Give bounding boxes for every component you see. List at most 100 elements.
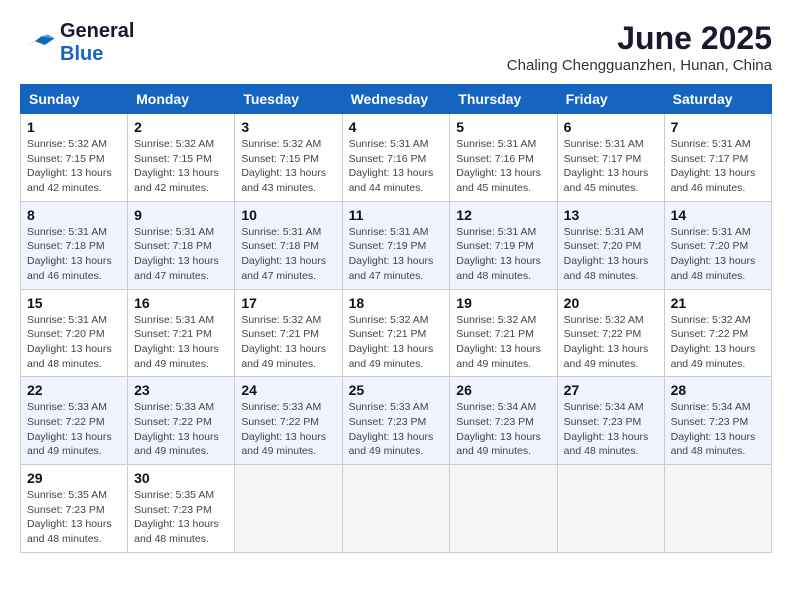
sunrise-text: Sunrise: 5:32 AM: [564, 314, 644, 326]
sunrise-text: Sunrise: 5:31 AM: [241, 226, 321, 238]
day-info: Sunrise: 5:32 AM Sunset: 7:21 PM Dayligh…: [241, 313, 335, 372]
day-number: 12: [456, 207, 550, 223]
day-info: Sunrise: 5:32 AM Sunset: 7:22 PM Dayligh…: [564, 313, 658, 372]
logo: General Blue: [20, 20, 134, 66]
sunset-text: Sunset: 7:17 PM: [671, 153, 749, 165]
day-info: Sunrise: 5:32 AM Sunset: 7:21 PM Dayligh…: [456, 313, 550, 372]
sunset-text: Sunset: 7:18 PM: [241, 240, 319, 252]
daylight-text: Daylight: 13 hours and 48 minutes.: [456, 255, 541, 282]
sunset-text: Sunset: 7:18 PM: [27, 240, 105, 252]
day-number: 15: [27, 295, 121, 311]
day-info: Sunrise: 5:33 AM Sunset: 7:22 PM Dayligh…: [241, 400, 335, 459]
daylight-text: Daylight: 13 hours and 47 minutes.: [349, 255, 434, 282]
table-row: 13 Sunrise: 5:31 AM Sunset: 7:20 PM Dayl…: [557, 201, 664, 289]
day-info: Sunrise: 5:31 AM Sunset: 7:18 PM Dayligh…: [134, 225, 228, 284]
daylight-text: Daylight: 13 hours and 46 minutes.: [27, 255, 112, 282]
sunrise-text: Sunrise: 5:31 AM: [349, 138, 429, 150]
sunset-text: Sunset: 7:20 PM: [564, 240, 642, 252]
day-number: 30: [134, 470, 228, 486]
table-row: 22 Sunrise: 5:33 AM Sunset: 7:22 PM Dayl…: [21, 377, 128, 465]
day-info: Sunrise: 5:31 AM Sunset: 7:16 PM Dayligh…: [456, 137, 550, 196]
day-number: 4: [349, 119, 444, 135]
sunset-text: Sunset: 7:21 PM: [134, 328, 212, 340]
sunrise-text: Sunrise: 5:31 AM: [134, 314, 214, 326]
sunset-text: Sunset: 7:22 PM: [27, 416, 105, 428]
daylight-text: Daylight: 13 hours and 49 minutes.: [456, 343, 541, 370]
sunrise-text: Sunrise: 5:31 AM: [564, 226, 644, 238]
sunset-text: Sunset: 7:17 PM: [564, 153, 642, 165]
day-info: Sunrise: 5:31 AM Sunset: 7:20 PM Dayligh…: [671, 225, 765, 284]
table-row: [664, 465, 771, 553]
col-sunday: Sunday: [21, 85, 128, 114]
col-tuesday: Tuesday: [235, 85, 342, 114]
day-info: Sunrise: 5:32 AM Sunset: 7:15 PM Dayligh…: [241, 137, 335, 196]
sunrise-text: Sunrise: 5:33 AM: [27, 401, 107, 413]
sunrise-text: Sunrise: 5:32 AM: [241, 314, 321, 326]
sunrise-text: Sunrise: 5:35 AM: [134, 489, 214, 501]
table-row: 30 Sunrise: 5:35 AM Sunset: 7:23 PM Dayl…: [128, 465, 235, 553]
daylight-text: Daylight: 13 hours and 49 minutes.: [349, 343, 434, 370]
sunset-text: Sunset: 7:19 PM: [349, 240, 427, 252]
day-number: 26: [456, 382, 550, 398]
daylight-text: Daylight: 13 hours and 48 minutes.: [27, 518, 112, 545]
day-number: 28: [671, 382, 765, 398]
sunrise-text: Sunrise: 5:33 AM: [349, 401, 429, 413]
table-row: 10 Sunrise: 5:31 AM Sunset: 7:18 PM Dayl…: [235, 201, 342, 289]
table-row: 20 Sunrise: 5:32 AM Sunset: 7:22 PM Dayl…: [557, 289, 664, 377]
logo-text-general: General: [60, 20, 134, 42]
daylight-text: Daylight: 13 hours and 46 minutes.: [671, 167, 756, 194]
table-row: 2 Sunrise: 5:32 AM Sunset: 7:15 PM Dayli…: [128, 114, 235, 202]
daylight-text: Daylight: 13 hours and 44 minutes.: [349, 167, 434, 194]
table-row: 25 Sunrise: 5:33 AM Sunset: 7:23 PM Dayl…: [342, 377, 450, 465]
daylight-text: Daylight: 13 hours and 49 minutes.: [349, 431, 434, 458]
day-number: 2: [134, 119, 228, 135]
col-monday: Monday: [128, 85, 235, 114]
day-number: 7: [671, 119, 765, 135]
daylight-text: Daylight: 13 hours and 48 minutes.: [27, 343, 112, 370]
daylight-text: Daylight: 13 hours and 47 minutes.: [241, 255, 326, 282]
sunset-text: Sunset: 7:22 PM: [241, 416, 319, 428]
logo-text-blue: Blue: [60, 43, 103, 65]
calendar-week-row: 29 Sunrise: 5:35 AM Sunset: 7:23 PM Dayl…: [21, 465, 772, 553]
day-info: Sunrise: 5:31 AM Sunset: 7:18 PM Dayligh…: [27, 225, 121, 284]
daylight-text: Daylight: 13 hours and 42 minutes.: [134, 167, 219, 194]
table-row: 29 Sunrise: 5:35 AM Sunset: 7:23 PM Dayl…: [21, 465, 128, 553]
col-saturday: Saturday: [664, 85, 771, 114]
sunrise-text: Sunrise: 5:35 AM: [27, 489, 107, 501]
sunset-text: Sunset: 7:21 PM: [456, 328, 534, 340]
sunset-text: Sunset: 7:21 PM: [241, 328, 319, 340]
day-number: 5: [456, 119, 550, 135]
sunset-text: Sunset: 7:18 PM: [134, 240, 212, 252]
logo-icon: [20, 33, 56, 53]
table-row: 8 Sunrise: 5:31 AM Sunset: 7:18 PM Dayli…: [21, 201, 128, 289]
table-row: 19 Sunrise: 5:32 AM Sunset: 7:21 PM Dayl…: [450, 289, 557, 377]
day-number: 19: [456, 295, 550, 311]
day-number: 29: [27, 470, 121, 486]
daylight-text: Daylight: 13 hours and 49 minutes.: [564, 343, 649, 370]
daylight-text: Daylight: 13 hours and 49 minutes.: [241, 431, 326, 458]
day-number: 16: [134, 295, 228, 311]
calendar-title: June 2025: [507, 20, 772, 57]
day-info: Sunrise: 5:32 AM Sunset: 7:22 PM Dayligh…: [671, 313, 765, 372]
day-info: Sunrise: 5:32 AM Sunset: 7:21 PM Dayligh…: [349, 313, 444, 372]
sunrise-text: Sunrise: 5:34 AM: [564, 401, 644, 413]
day-number: 1: [27, 119, 121, 135]
table-row: 15 Sunrise: 5:31 AM Sunset: 7:20 PM Dayl…: [21, 289, 128, 377]
day-info: Sunrise: 5:31 AM Sunset: 7:20 PM Dayligh…: [27, 313, 121, 372]
day-info: Sunrise: 5:31 AM Sunset: 7:17 PM Dayligh…: [564, 137, 658, 196]
day-number: 22: [27, 382, 121, 398]
sunset-text: Sunset: 7:22 PM: [671, 328, 749, 340]
sunrise-text: Sunrise: 5:31 AM: [456, 138, 536, 150]
col-thursday: Thursday: [450, 85, 557, 114]
sunset-text: Sunset: 7:22 PM: [564, 328, 642, 340]
sunrise-text: Sunrise: 5:32 AM: [134, 138, 214, 150]
sunset-text: Sunset: 7:23 PM: [671, 416, 749, 428]
sunrise-text: Sunrise: 5:31 AM: [456, 226, 536, 238]
table-row: 1 Sunrise: 5:32 AM Sunset: 7:15 PM Dayli…: [21, 114, 128, 202]
sunrise-text: Sunrise: 5:31 AM: [27, 226, 107, 238]
day-info: Sunrise: 5:35 AM Sunset: 7:23 PM Dayligh…: [134, 488, 228, 547]
day-info: Sunrise: 5:33 AM Sunset: 7:22 PM Dayligh…: [134, 400, 228, 459]
day-info: Sunrise: 5:31 AM Sunset: 7:21 PM Dayligh…: [134, 313, 228, 372]
sunset-text: Sunset: 7:23 PM: [349, 416, 427, 428]
calendar-subtitle: Chaling Chengguanzhen, Hunan, China: [507, 57, 772, 74]
